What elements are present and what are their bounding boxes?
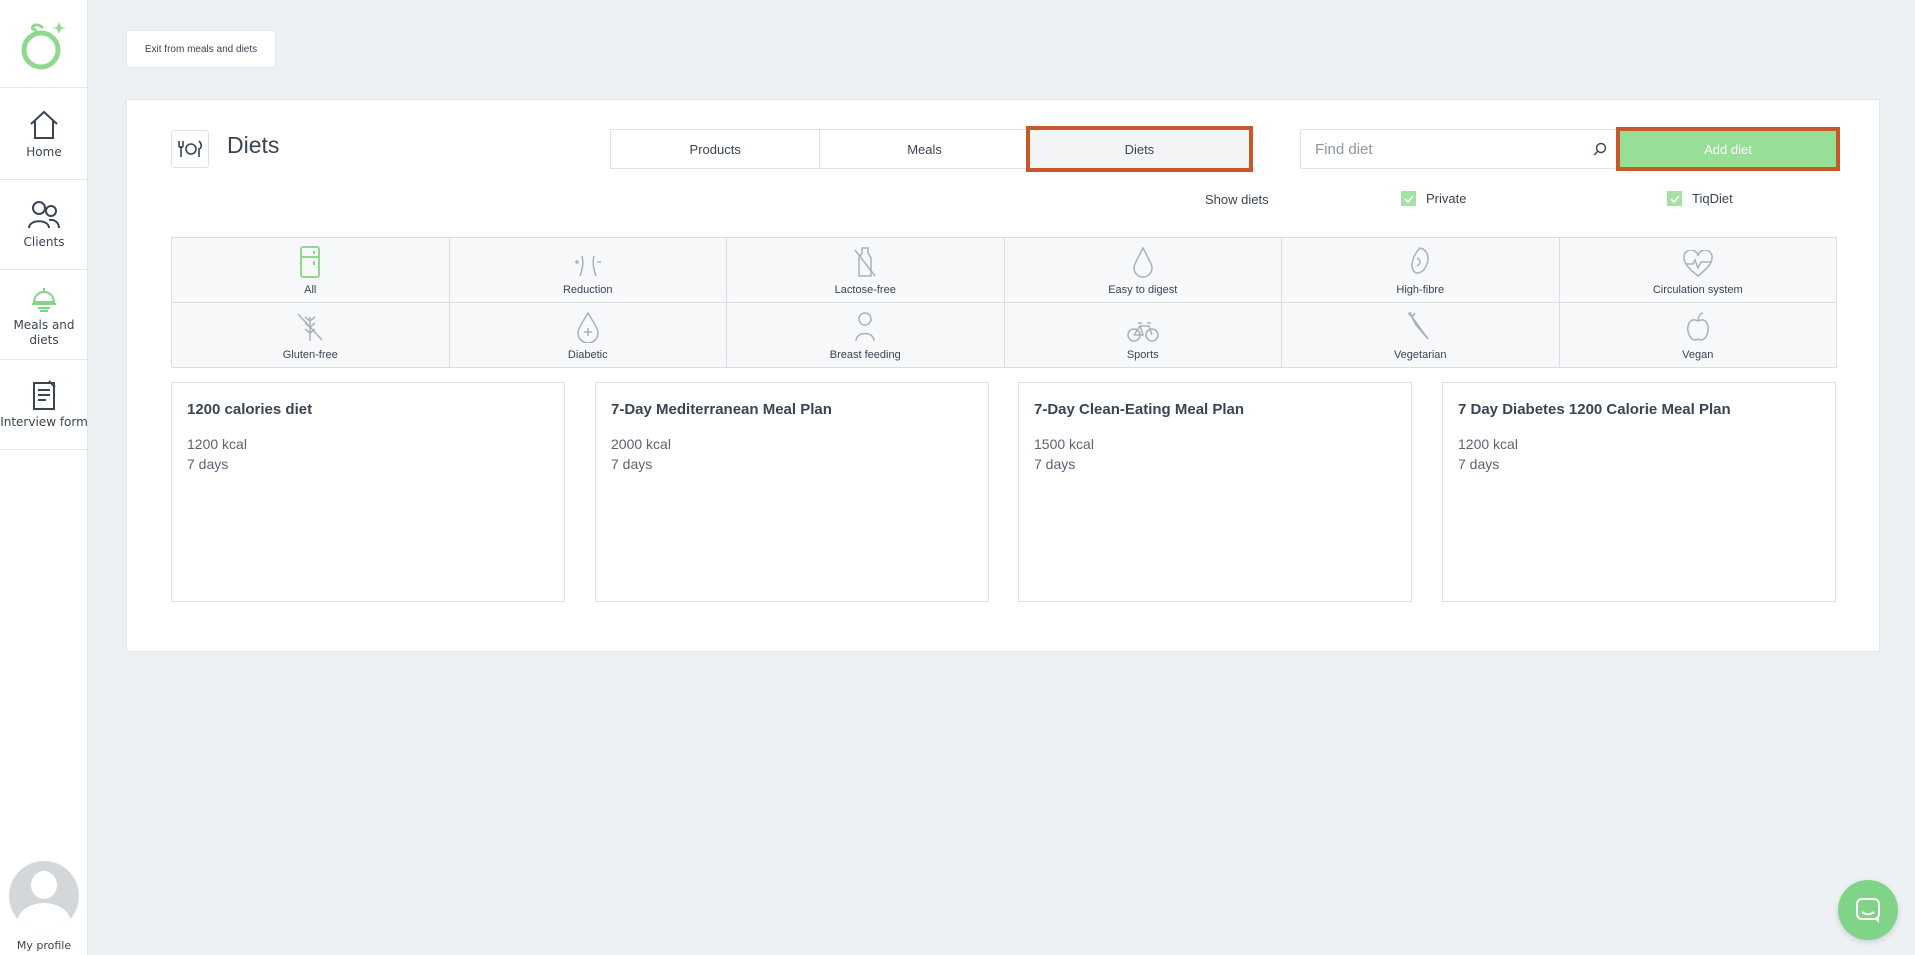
diet-days: 7 days [1034,456,1076,472]
avatar [9,861,79,931]
section-tabs: Products Meals Diets [610,126,1254,172]
private-label: Private [1426,191,1467,206]
category-grid: All Reduction Lactose-free Easy to diges… [171,237,1837,368]
tiqdiet-label: TiqDiet [1692,191,1733,206]
wheat-crossed-icon [297,313,323,341]
home-icon [30,110,58,139]
category-all[interactable]: All [172,238,450,303]
tiqdiet-checkbox[interactable]: TiqDiet [1667,191,1733,206]
sidebar-item-label: Meals and diets [13,317,75,347]
search-input[interactable] [1315,140,1585,158]
cutlery-icon [171,130,209,168]
category-circulation-system[interactable]: Circulation system [1559,238,1837,303]
category-high-fibre[interactable]: High-fibre [1282,238,1560,303]
fibre-icon [1411,247,1429,274]
heart-pulse-icon [1682,250,1713,277]
fridge-icon [300,246,321,278]
sidebar-item-home[interactable]: Home [0,90,88,180]
diet-days: 7 days [187,456,229,472]
interview-form-icon [33,380,56,410]
category-gluten-free[interactable]: Gluten-free [172,303,450,368]
apple-icon [1686,312,1709,341]
apple-logo-icon [21,21,66,69]
diet-kcal: 1200 kcal [187,436,247,452]
sidebar-item-label: Clients [23,235,65,249]
category-vegetarian[interactable]: Vegetarian [1282,303,1560,368]
diet-days: 7 days [1458,456,1500,472]
sidebar-item-meals-and-diets[interactable]: Meals and diets [0,270,88,360]
search-box [1300,129,1620,169]
category-vegan[interactable]: Vegan [1559,303,1837,368]
diet-title: 7-Day Mediterranean Meal Plan [611,401,832,418]
diet-title: 7 Day Diabetes 1200 Calorie Meal Plan [1458,401,1731,418]
diet-title: 7-Day Clean-Eating Meal Plan [1034,401,1245,418]
show-diets-label: Show diets [1205,192,1269,207]
sidebar-item-label: Home [26,145,62,159]
category-reduction[interactable]: Reduction [449,238,727,303]
category-breast-feeding[interactable]: Breast feeding [727,303,1005,368]
diet-card[interactable]: 7 Day Diabetes 1200 Calorie Meal Plan 12… [1442,382,1836,602]
my-profile[interactable]: My profile [0,855,88,955]
category-diabetic[interactable]: Diabetic [449,303,727,368]
sidebar-item-clients[interactable]: Clients [0,180,88,270]
page-title: Diets [227,132,280,158]
add-diet-button[interactable]: Add diet [1616,127,1840,171]
mother-icon [855,312,875,342]
diet-days: 7 days [611,456,653,472]
diet-card[interactable]: 7-Day Clean-Eating Meal Plan 1500 kcal 7… [1018,382,1412,602]
diet-title: 1200 calories diet [187,401,313,418]
meals-icon [32,287,56,312]
bicycle-icon [1127,322,1159,342]
category-easy-to-digest[interactable]: Easy to digest [1004,238,1282,303]
category-sports[interactable]: Sports [1004,303,1282,368]
checkmark-icon [1667,191,1682,206]
exit-meals-button[interactable]: Exit from meals and diets [126,30,276,68]
chat-icon [1856,898,1880,923]
drop-icon [1132,246,1153,278]
private-checkbox[interactable]: Private [1401,191,1466,206]
sidebar-item-interview-form[interactable]: Interview form [0,360,88,450]
tab-meals[interactable]: Meals [819,129,1030,169]
carrot-icon [1407,311,1429,340]
blood-drop-plus-icon [576,311,599,343]
tab-diets[interactable]: Diets [1025,126,1254,172]
sidebar-item-label: Interview form [0,415,88,429]
tab-products[interactable]: Products [610,129,821,169]
milk-bottle-icon [854,247,876,277]
profile-label: My profile [16,939,72,952]
app-logo[interactable] [0,0,88,88]
clients-icon [28,201,60,229]
diet-kcal: 2000 kcal [611,436,671,452]
search-icon[interactable] [1593,142,1607,156]
diet-kcal: 1500 kcal [1034,436,1094,452]
diet-kcal: 1200 kcal [1458,436,1518,452]
diets-panel: Diets Products Meals Diets Add diet Show… [126,99,1880,652]
checkmark-icon [1401,191,1416,206]
category-lactose-free[interactable]: Lactose-free [727,238,1005,303]
diet-card[interactable]: 1200 calories diet 1200 kcal 7 days [171,382,565,602]
sidebar: Home Clients Meals and diets Interview f… [0,0,88,955]
chat-button[interactable] [1838,880,1898,940]
diet-card[interactable]: 7-Day Mediterranean Meal Plan 2000 kcal … [595,382,989,602]
waist-icon [574,255,601,277]
